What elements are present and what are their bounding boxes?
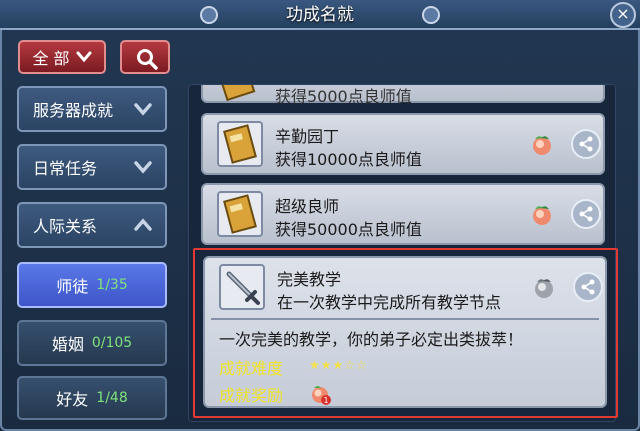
- share-icon: [579, 136, 593, 152]
- achievement-name: 完美教学: [277, 270, 342, 289]
- search-icon: [137, 49, 158, 70]
- list-item[interactable]: 辛勤园丁 获得10000点良师值: [201, 113, 605, 175]
- filter-label: 全 部: [32, 49, 70, 68]
- chevron-down-icon: [134, 161, 152, 174]
- peach-icon: [533, 206, 551, 225]
- sidebar-item-friends[interactable]: 好友 1/48: [17, 376, 167, 420]
- chevron-up-icon: [134, 218, 152, 231]
- sword-icon: [219, 264, 265, 310]
- sidebar-category-label: 服务器成就: [33, 101, 114, 120]
- share-button[interactable]: [571, 199, 601, 229]
- sidebar-item-label: 好友: [56, 390, 89, 409]
- filter-dropdown-button[interactable]: 全 部: [18, 40, 106, 74]
- achievement-name: 超级良师: [275, 197, 340, 216]
- share-button[interactable]: [571, 129, 601, 159]
- selected-achievement-highlight: 完美教学 在一次教学中完成所有教学节点 一次完美的教学，你的弟子必定出类拔萃！ …: [193, 248, 618, 418]
- sidebar-category-label: 日常任务: [33, 159, 98, 178]
- peach-icon: 1: [312, 386, 331, 405]
- sidebar-item-progress: 1/35: [96, 277, 128, 293]
- peach-icon: [533, 136, 551, 155]
- scroll-badge-icon: [220, 85, 256, 102]
- close-button[interactable]: ×: [610, 2, 636, 28]
- sidebar-item-progress: 0/105: [91, 335, 133, 351]
- sidebar-item-mentorship[interactable]: 师徒 1/35: [17, 262, 167, 308]
- difficulty-stars: ★★★☆☆: [309, 358, 368, 372]
- achievement-name: 辛勤园丁: [275, 127, 340, 146]
- list-item[interactable]: 超级良师 获得50000点良师值: [201, 183, 605, 245]
- chevron-down-icon: [134, 103, 152, 116]
- share-icon: [579, 206, 593, 222]
- sidebar-item-marriage[interactable]: 婚姻 0/105: [17, 320, 167, 366]
- achievement-desc: 获得50000点良师值: [275, 220, 422, 239]
- reward-label: 成就奖励: [219, 386, 284, 405]
- reward-item[interactable]: 1: [309, 382, 333, 410]
- scroll-badge-icon: [217, 191, 263, 237]
- achievement-desc: 获得5000点良师值: [275, 87, 412, 106]
- detail-divider: [211, 318, 599, 320]
- sidebar-category-label: 人际关系: [33, 217, 98, 236]
- sidebar-category-server[interactable]: 服务器成就: [17, 86, 167, 132]
- window-title: 功成名就: [286, 5, 354, 25]
- difficulty-label: 成就难度: [219, 359, 284, 378]
- sidebar-item-label: 师徒: [56, 277, 89, 296]
- achievement-desc: 在一次教学中完成所有教学节点: [277, 293, 502, 312]
- sidebar-category-daily[interactable]: 日常任务: [17, 144, 167, 190]
- sidebar-category-relations[interactable]: 人际关系: [17, 202, 167, 248]
- selected-achievement-card[interactable]: 完美教学 在一次教学中完成所有教学节点 一次完美的教学，你的弟子必定出类拔萃！ …: [203, 256, 607, 408]
- title-ornament-left-icon: [200, 6, 218, 24]
- peach-icon: [535, 279, 553, 298]
- list-item[interactable]: 获得5000点良师值: [201, 85, 605, 106]
- title-bar: 功成名就 ×: [0, 0, 640, 30]
- reward-count-badge: 1: [323, 396, 328, 405]
- sidebar-item-label: 婚姻: [51, 335, 84, 354]
- chevron-down-icon: [76, 51, 92, 63]
- achievement-desc: 获得10000点良师值: [275, 150, 422, 169]
- share-button[interactable]: [573, 272, 603, 302]
- sidebar-item-progress: 1/48: [96, 390, 128, 406]
- achievement-flavor-text: 一次完美的教学，你的弟子必定出类拔萃！: [219, 330, 524, 349]
- scroll-badge-icon: [217, 121, 263, 167]
- search-button[interactable]: [120, 40, 170, 74]
- share-icon: [581, 279, 595, 295]
- title-ornament-right-icon: [422, 6, 440, 24]
